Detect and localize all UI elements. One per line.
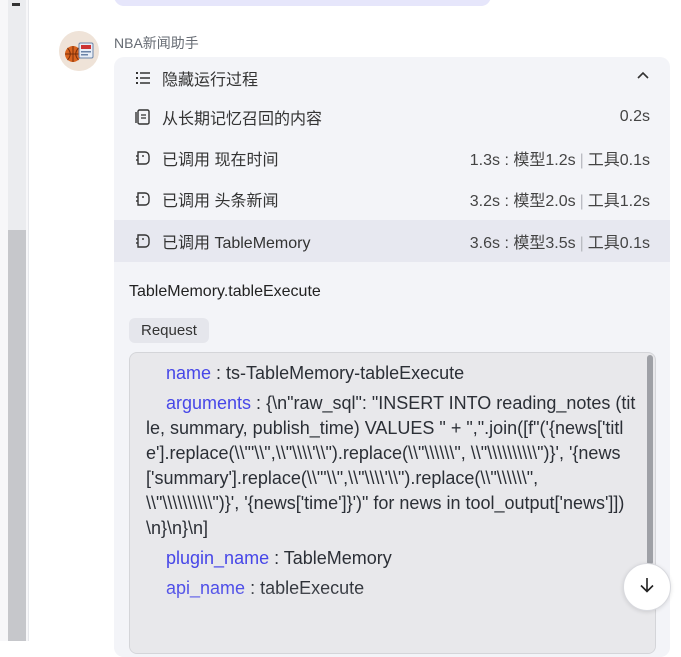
page-scrollbar-thumb[interactable]	[8, 230, 26, 641]
process-toggle-row[interactable]: 隐藏运行过程	[114, 57, 670, 99]
param-plugin-name: plugin_name : TableMemory	[166, 548, 392, 568]
step-time: 3.2s : 模型2.0s | 工具1.2s	[469, 193, 650, 210]
plugin-icon	[134, 190, 152, 208]
run-process-card: 隐藏运行过程 从长期记忆召回的内容 0.2s 已调用 现在时间 1.3s: 模…	[114, 57, 670, 657]
step-label: 从长期记忆召回的内容	[162, 111, 323, 128]
plugin-icon	[134, 232, 152, 250]
param-arguments: arguments : {\n"raw_sql": "INSERT INTO r…	[146, 393, 636, 538]
arrow-down-icon	[638, 576, 656, 599]
step-time: 0.2s	[619, 108, 650, 125]
function-name: TableMemory.tableExecute	[129, 283, 321, 300]
bot-avatar	[59, 31, 99, 71]
bot-name: NBA新闻助手	[114, 35, 199, 51]
request-params-block[interactable]: name : ts-TableMemory-tableExecute argum…	[129, 352, 656, 654]
chevron-up-icon[interactable]	[636, 69, 650, 88]
param-name: name : ts-TableMemory-tableExecute	[166, 363, 465, 383]
param-api-name: api_name : tableExecute	[166, 578, 365, 598]
step-time: 3.6s : 模型3.5s | 工具0.1s	[469, 235, 650, 252]
code-scrollbar[interactable]	[647, 355, 653, 565]
process-toggle-label: 隐藏运行过程	[162, 72, 259, 89]
memory-icon	[134, 108, 152, 126]
step-time: 1.3s : 模型1.2s | 工具0.1s	[469, 152, 650, 169]
step-table-memory[interactable]: 已调用 TableMemory 3.6s : 模型3.5s | 工具0.1s	[114, 220, 670, 262]
step-detail-panel: TableMemory.tableExecute Request name : …	[114, 263, 670, 657]
step-current-time[interactable]: 已调用 现在时间 1.3s : 模型1.2s | 工具0.1s	[114, 137, 670, 179]
scrollbar-cap	[12, 3, 20, 6]
step-label: 已调用 TableMemory	[162, 235, 311, 252]
scroll-to-bottom-button[interactable]	[623, 563, 671, 611]
step-headline-news[interactable]: 已调用 头条新闻 3.2s : 模型2.0s | 工具1.2s	[114, 178, 670, 220]
step-memory-recall[interactable]: 从长期记忆召回的内容 0.2s	[114, 96, 670, 138]
step-label: 已调用 头条新闻	[162, 193, 279, 210]
list-icon	[134, 69, 152, 87]
step-label: 已调用 现在时间	[162, 152, 279, 169]
request-tab[interactable]: Request	[129, 318, 209, 343]
previous-message-bubble	[114, 0, 491, 6]
plugin-icon	[134, 149, 152, 167]
